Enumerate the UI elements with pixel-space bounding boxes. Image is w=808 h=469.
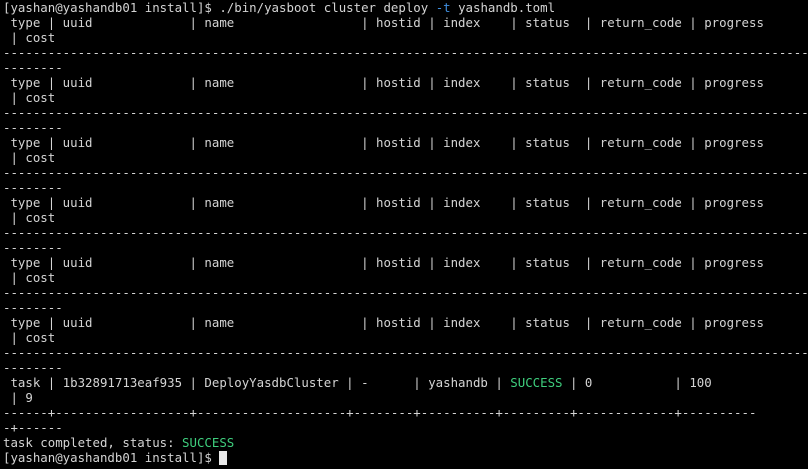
task-row: task | 1b32891713eaf935 | DeployYasdbClu…: [0, 375, 808, 390]
task-row-cont: | 9: [3, 390, 33, 405]
dash-tail: --------: [3, 180, 63, 195]
final-prompt-line[interactable]: [yashan@yashandb01 install]$: [0, 450, 808, 465]
command-line: [yashan@yashandb01 install]$ ./bin/yasbo…: [0, 0, 808, 15]
command-flag: -t: [435, 0, 451, 15]
dash-line: ----------------------------------------…: [3, 45, 808, 60]
header-line-cont: | cost: [3, 210, 56, 225]
header-line-cont: | cost: [3, 150, 56, 165]
dash-tail: --------: [3, 60, 63, 75]
dash-line: ----------------------------------------…: [3, 165, 808, 180]
task-status-badge: SUCCESS: [510, 375, 563, 390]
task-row-cells: task | 1b32891713eaf935 | DeployYasdbClu…: [3, 375, 511, 390]
dash-tail: --------: [3, 360, 63, 375]
task-row-cells-end: | 0 | 100: [562, 375, 712, 390]
dash-line: ----------------------------------------…: [3, 105, 808, 120]
header-line: type | uuid | name | hostid | index | st…: [3, 255, 764, 270]
summary-line: task completed, status: SUCCESS: [0, 435, 808, 450]
dash-tail: --------: [3, 300, 63, 315]
header-line: type | uuid | name | hostid | index | st…: [3, 195, 764, 210]
header-line: type | uuid | name | hostid | index | st…: [3, 75, 764, 90]
dash-line: ----------------------------------------…: [3, 285, 808, 300]
header-line-cont: | cost: [3, 270, 56, 285]
summary-text: task completed, status:: [3, 435, 183, 450]
dash-line: ----------------------------------------…: [3, 225, 808, 240]
cursor: [219, 451, 228, 465]
summary-status: SUCCESS: [182, 435, 235, 450]
dash-line: ----------------------------------------…: [3, 345, 808, 360]
terminal-window[interactable]: [yashan@yashandb01 install]$ ./bin/yasbo…: [0, 0, 808, 469]
header-line-cont: | cost: [3, 90, 56, 105]
header-line-cont: | cost: [3, 330, 56, 345]
command-exe: ./bin/yasboot cluster deploy: [219, 0, 436, 15]
header-line-cont: | cost: [3, 30, 56, 45]
header-line: type | uuid | name | hostid | index | st…: [3, 135, 764, 150]
dash-tail: --------: [3, 120, 63, 135]
header-line: type | uuid | name | hostid | index | st…: [3, 15, 764, 30]
prompt: [yashan@yashandb01 install]$: [3, 0, 220, 15]
command-arg: yashandb.toml: [450, 0, 556, 15]
table-separator-cont: -+------: [3, 420, 63, 435]
prompt: [yashan@yashandb01 install]$: [3, 450, 220, 465]
dash-tail: --------: [3, 240, 63, 255]
header-line: type | uuid | name | hostid | index | st…: [3, 315, 764, 330]
table-separator: ------+------------------+--------------…: [3, 405, 757, 420]
